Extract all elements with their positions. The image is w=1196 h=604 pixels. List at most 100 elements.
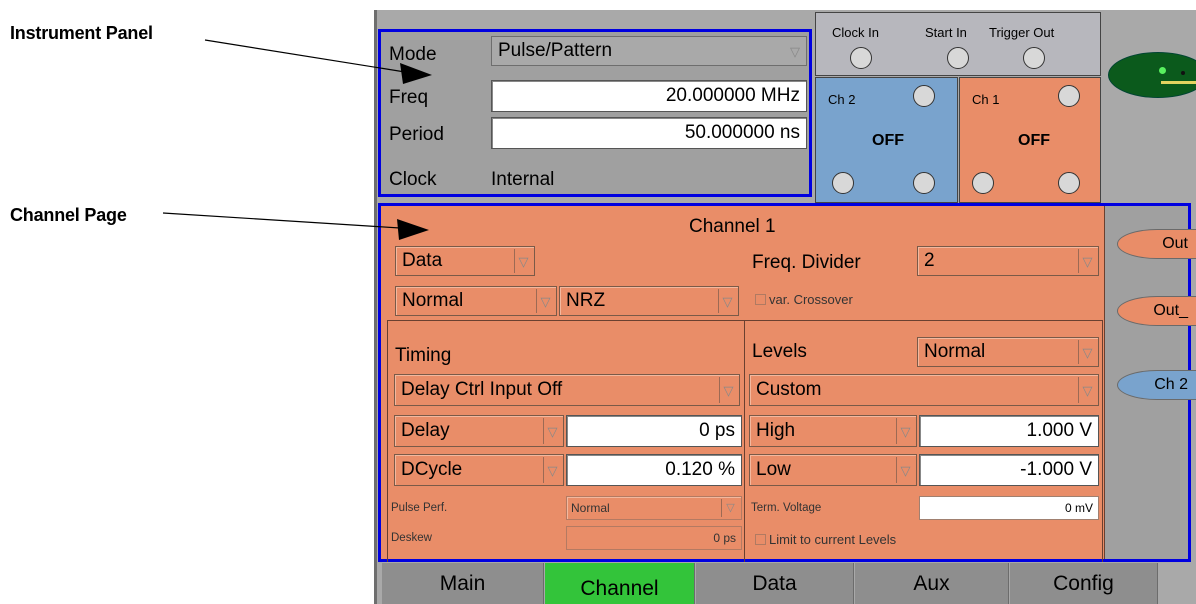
low-select-value: Low [756,459,791,480]
ch2-output-panel[interactable]: Ch 2 OFF [815,77,958,203]
trigger-connectors-panel: Clock In Start In Trigger Out [815,12,1101,76]
period-value: 50.000000 ns [684,122,800,143]
levels-title: Levels [752,341,807,362]
ch1-output-panel[interactable]: Ch 1 OFF [959,77,1101,203]
ch2-out-connector-icon [832,172,854,194]
timing-section: Timing Delay Ctrl Input Off ▽ Delay ▽ 0 … [387,320,745,562]
tab-channel-label: Channel [580,576,659,600]
channel-page-annotation: Channel Page [10,205,127,225]
out-button[interactable]: Out [1117,229,1196,259]
tab-data-label: Data [752,571,797,595]
board-pin-icon [1181,71,1185,75]
freq-divider-label: Freq. Divider [752,252,861,273]
period-field[interactable]: 50.000000 ns [491,117,807,149]
chevron-down-icon: ▽ [1078,377,1096,403]
var-crossover-label: var. Crossover [769,292,853,307]
out-bar-button-label: Out_ [1153,302,1188,319]
levels-mode-value: Normal [924,341,986,362]
start-in-connector-icon [947,47,969,69]
low-select[interactable]: Low ▽ [749,454,917,486]
dcycle-select[interactable]: DCycle ▽ [394,454,564,486]
freq-value: 20.000000 MHz [665,85,800,106]
chevron-down-icon: ▽ [786,39,804,63]
ch2-label: Ch 2 [828,92,856,107]
tab-aux-label: Aux [913,571,950,595]
tab-config[interactable]: Config [1010,563,1158,604]
deskew-field[interactable]: 0 ps [566,526,742,550]
limit-levels-checkbox[interactable] [755,534,766,545]
delay-value: 0 ps [699,420,735,441]
high-select-value: High [756,420,796,441]
tab-aux[interactable]: Aux [855,563,1009,604]
start-in-label: Start In [925,25,967,40]
term-voltage-label: Term. Voltage [751,502,822,514]
high-select[interactable]: High ▽ [749,415,917,447]
out-button-label: Out [1162,235,1188,252]
chevron-down-icon: ▽ [896,457,914,483]
instrument-panel: Mode Pulse/Pattern ▽ Freq 20.000000 MHz … [378,29,812,197]
format-select[interactable]: NRZ ▽ [559,286,739,316]
tab-channel[interactable]: Channel [545,563,695,604]
ch2-button[interactable]: Ch 2 [1117,370,1196,400]
period-label: Period [389,124,444,145]
normal-select[interactable]: Normal ▽ [395,286,557,316]
levels-preset-select[interactable]: Custom ▽ [749,374,1099,406]
delay-select-value: Delay [401,420,450,441]
term-voltage-field[interactable]: 0 mV [919,496,1099,520]
ch2-button-label: Ch 2 [1154,376,1188,393]
deskew-value: 0 ps [713,531,736,545]
var-crossover-checkbox[interactable] [755,294,766,305]
deskew-label: Deskew [391,532,432,544]
data-select-value: Data [402,250,443,271]
out-bar-button[interactable]: Out_ [1117,296,1196,326]
dcycle-value: 0.120 % [665,459,735,480]
delay-field[interactable]: 0 ps [566,415,742,447]
limit-levels-label: Limit to current Levels [769,532,897,547]
tab-main-label: Main [439,571,486,595]
ch1-label: Ch 1 [972,92,1000,107]
pulse-perf-label: Pulse Perf. [391,502,448,514]
high-field[interactable]: 1.000 V [919,415,1099,447]
chevron-down-icon: ▽ [896,418,914,444]
delay-select[interactable]: Delay ▽ [394,415,564,447]
ch2-state: OFF [872,132,904,149]
ch2-outbar-connector-icon [913,172,935,194]
dcycle-field[interactable]: 0.120 % [566,454,742,486]
channel-side-strip: Out Out_ Ch 2 [1104,206,1196,559]
timing-title: Timing [395,345,452,366]
trigger-out-connector-icon [1023,47,1045,69]
dcycle-select-value: DCycle [401,459,463,480]
tab-data[interactable]: Data [696,563,854,604]
format-select-value: NRZ [566,290,606,311]
pulse-perf-value: Normal [571,501,610,515]
pulse-perf-select[interactable]: Normal ▽ [566,496,742,520]
chevron-down-icon: ▽ [718,289,736,313]
ch1-state: OFF [1018,132,1050,149]
chevron-down-icon: ▽ [721,499,739,517]
levels-mode-select[interactable]: Normal ▽ [917,337,1099,367]
ch2-connector-icon [913,85,935,107]
delay-ctrl-select[interactable]: Delay Ctrl Input Off ▽ [394,374,740,406]
low-field[interactable]: -1.000 V [919,454,1099,486]
instrument-panel-annotation: Instrument Panel [10,23,153,43]
mode-select[interactable]: Pulse/Pattern ▽ [491,36,807,66]
term-voltage-value: 0 mV [1064,501,1093,515]
freq-divider-select[interactable]: 2 ▽ [917,246,1099,276]
data-select[interactable]: Data ▽ [395,246,535,276]
levels-preset-value: Custom [756,379,822,400]
low-value: -1.000 V [1020,459,1092,480]
chevron-down-icon: ▽ [514,249,532,273]
board-trace-icon [1161,81,1196,84]
levels-section: Levels Normal ▽ Custom ▽ High ▽ 1.000 V … [745,320,1103,562]
ch1-outbar-connector-icon [1058,172,1080,194]
board-led-icon [1159,67,1166,74]
high-value: 1.000 V [1026,420,1093,441]
freq-divider-value: 2 [924,250,935,271]
freq-field[interactable]: 20.000000 MHz [491,80,807,112]
tab-main[interactable]: Main [382,563,544,604]
ch1-out-connector-icon [972,172,994,194]
window-left-edge [374,10,377,604]
mode-select-value: Pulse/Pattern [498,40,613,61]
ch1-connector-icon [1058,85,1080,107]
chevron-down-icon: ▽ [543,418,561,444]
